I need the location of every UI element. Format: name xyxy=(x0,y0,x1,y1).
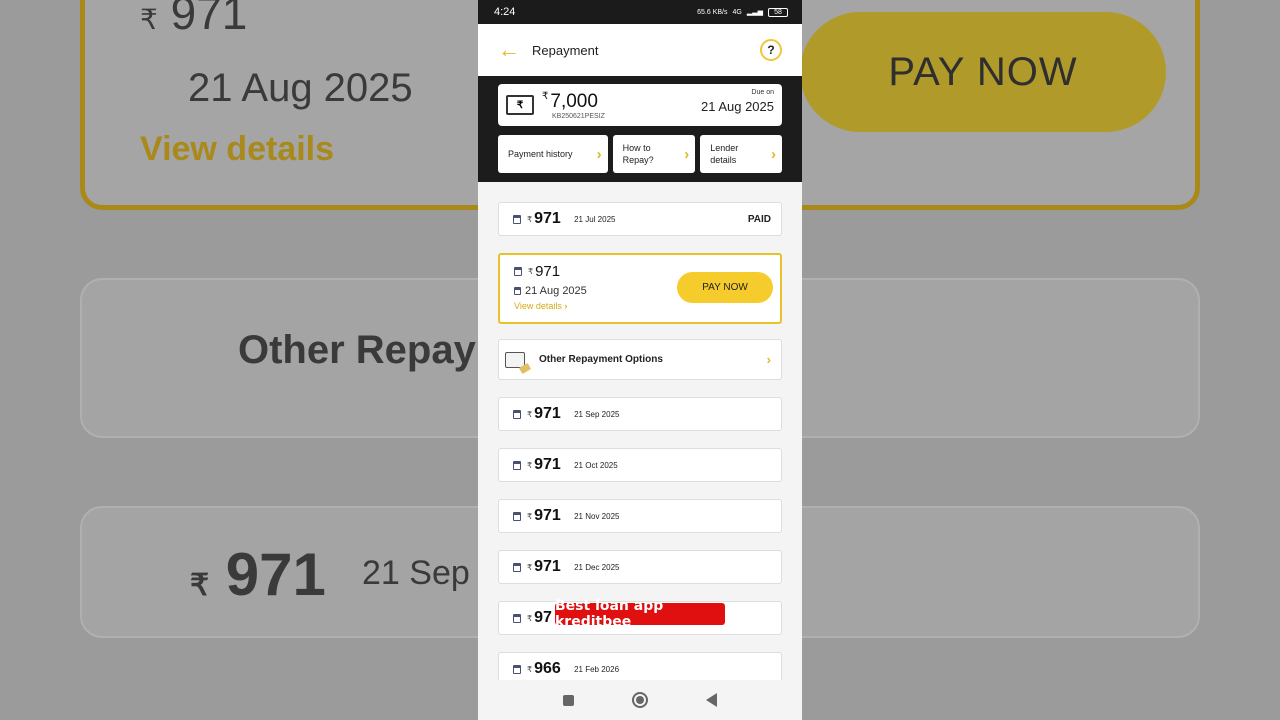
calendar-icon xyxy=(513,460,521,470)
bg-top-amount: ₹ 971 xyxy=(140,0,248,39)
due-date: 21 Aug 2025 xyxy=(700,99,774,114)
loan-id: KB250621PESIZ xyxy=(552,112,605,120)
home-icon[interactable] xyxy=(632,692,648,708)
bg-sep-amount: ₹ 971 xyxy=(190,541,326,608)
calendar-icon xyxy=(513,214,521,224)
loan-amount: ₹7,000 xyxy=(542,90,598,112)
installment-amount: 971 xyxy=(534,210,561,227)
chevron-right-icon: › xyxy=(596,145,602,163)
help-icon[interactable]: ? xyxy=(760,39,782,61)
battery-icon: 58 xyxy=(768,7,788,17)
system-nav-bar xyxy=(478,680,802,720)
installment-row[interactable]: ₹ 971 21 Oct 2025 xyxy=(498,448,782,482)
status-bar: 4:24 65.6 KB/s 4G ▂▃▅ 58 xyxy=(478,0,802,24)
cash-icon: ₹ xyxy=(506,95,534,115)
calendar-icon xyxy=(513,409,521,419)
calendar-icon xyxy=(513,511,521,521)
signal-icon: ▂▃▅ xyxy=(746,9,763,16)
due-label: Due on xyxy=(751,89,774,96)
back-arrow-icon[interactable]: ← xyxy=(498,37,532,63)
loan-card: ₹ ₹7,000 KB250621PESIZ Due on 21 Aug 202… xyxy=(498,84,782,126)
chevron-right-icon: › xyxy=(766,352,771,367)
calendar-icon xyxy=(514,267,522,276)
installment-amount: 971 xyxy=(535,263,561,280)
installment-row-current[interactable]: ₹ 971 21 Aug 2025 View details › PAY NOW xyxy=(498,253,782,324)
bg-date: 21 Aug 2025 xyxy=(188,66,413,110)
installment-amount: 971 xyxy=(534,405,561,422)
app-bar: ← Repayment ? xyxy=(478,24,802,76)
bg-sep-date: 21 Sep xyxy=(362,554,470,592)
video-caption-overlay: Best loan app kreditbee xyxy=(555,598,725,630)
bg-other-label: Other Repay xyxy=(238,328,476,372)
loan-summary: ₹ ₹7,000 KB250621PESIZ Due on 21 Aug 202… xyxy=(478,76,802,182)
bg-pay-now: PAY NOW xyxy=(800,12,1166,132)
chevron-right-icon: › xyxy=(684,145,690,163)
pay-now-button[interactable]: PAY NOW xyxy=(677,272,773,303)
network-speed: 65.6 KB/s xyxy=(697,8,728,16)
back-icon[interactable] xyxy=(706,693,717,707)
calendar-icon xyxy=(513,613,521,623)
installment-row[interactable]: ₹ 971 21 Dec 2025 xyxy=(498,550,782,584)
installment-date: 21 Feb 2026 xyxy=(574,664,620,674)
installment-amount: 971 xyxy=(534,507,561,524)
installment-date: 21 Dec 2025 xyxy=(574,562,620,572)
wallet-card-icon xyxy=(505,351,525,368)
installment-date: 21 Jul 2025 xyxy=(574,214,616,224)
status-badge: PAID xyxy=(747,213,771,225)
bg-view-details: View details xyxy=(140,130,335,168)
installment-amount: 971 xyxy=(534,558,561,575)
status-icons: 65.6 KB/s 4G ▂▃▅ 58 xyxy=(697,7,788,17)
other-repayment-options[interactable]: Other Repayment Options › xyxy=(498,339,782,380)
installment-date: 21 Aug 2025 xyxy=(525,285,587,297)
due-info: Due on 21 Aug 2025 xyxy=(701,89,774,114)
lender-details-button[interactable]: Lender details › xyxy=(700,135,782,173)
page-title: Repayment xyxy=(532,42,599,58)
installment-row-paid[interactable]: ₹ 971 21 Jul 2025 PAID xyxy=(498,202,782,236)
calendar-date-icon xyxy=(514,287,521,295)
network-type: 4G xyxy=(732,8,742,16)
installment-amount: 966 xyxy=(534,660,561,677)
how-to-repay-button[interactable]: How to Repay? › xyxy=(612,135,696,173)
other-options-label: Other Repayment Options xyxy=(539,354,663,365)
installment-amount: 971 xyxy=(534,456,561,473)
quick-actions: Payment history › How to Repay? › Lender d… xyxy=(498,135,782,173)
chevron-right-icon: › xyxy=(770,145,776,163)
installment-date: 21 Nov 2025 xyxy=(574,511,620,521)
calendar-icon xyxy=(513,562,521,572)
recents-icon[interactable] xyxy=(563,694,574,706)
payment-history-button[interactable]: Payment history › xyxy=(498,135,608,173)
installment-row[interactable]: ₹ 971 21 Nov 2025 xyxy=(498,499,782,533)
calendar-icon xyxy=(513,664,521,674)
installment-row[interactable]: ₹ 971 21 Sep 2025 xyxy=(498,397,782,431)
installment-date: 21 Oct 2025 xyxy=(574,460,618,470)
installment-date: 21 Sep 2025 xyxy=(574,409,620,419)
status-time: 4:24 xyxy=(494,6,516,18)
